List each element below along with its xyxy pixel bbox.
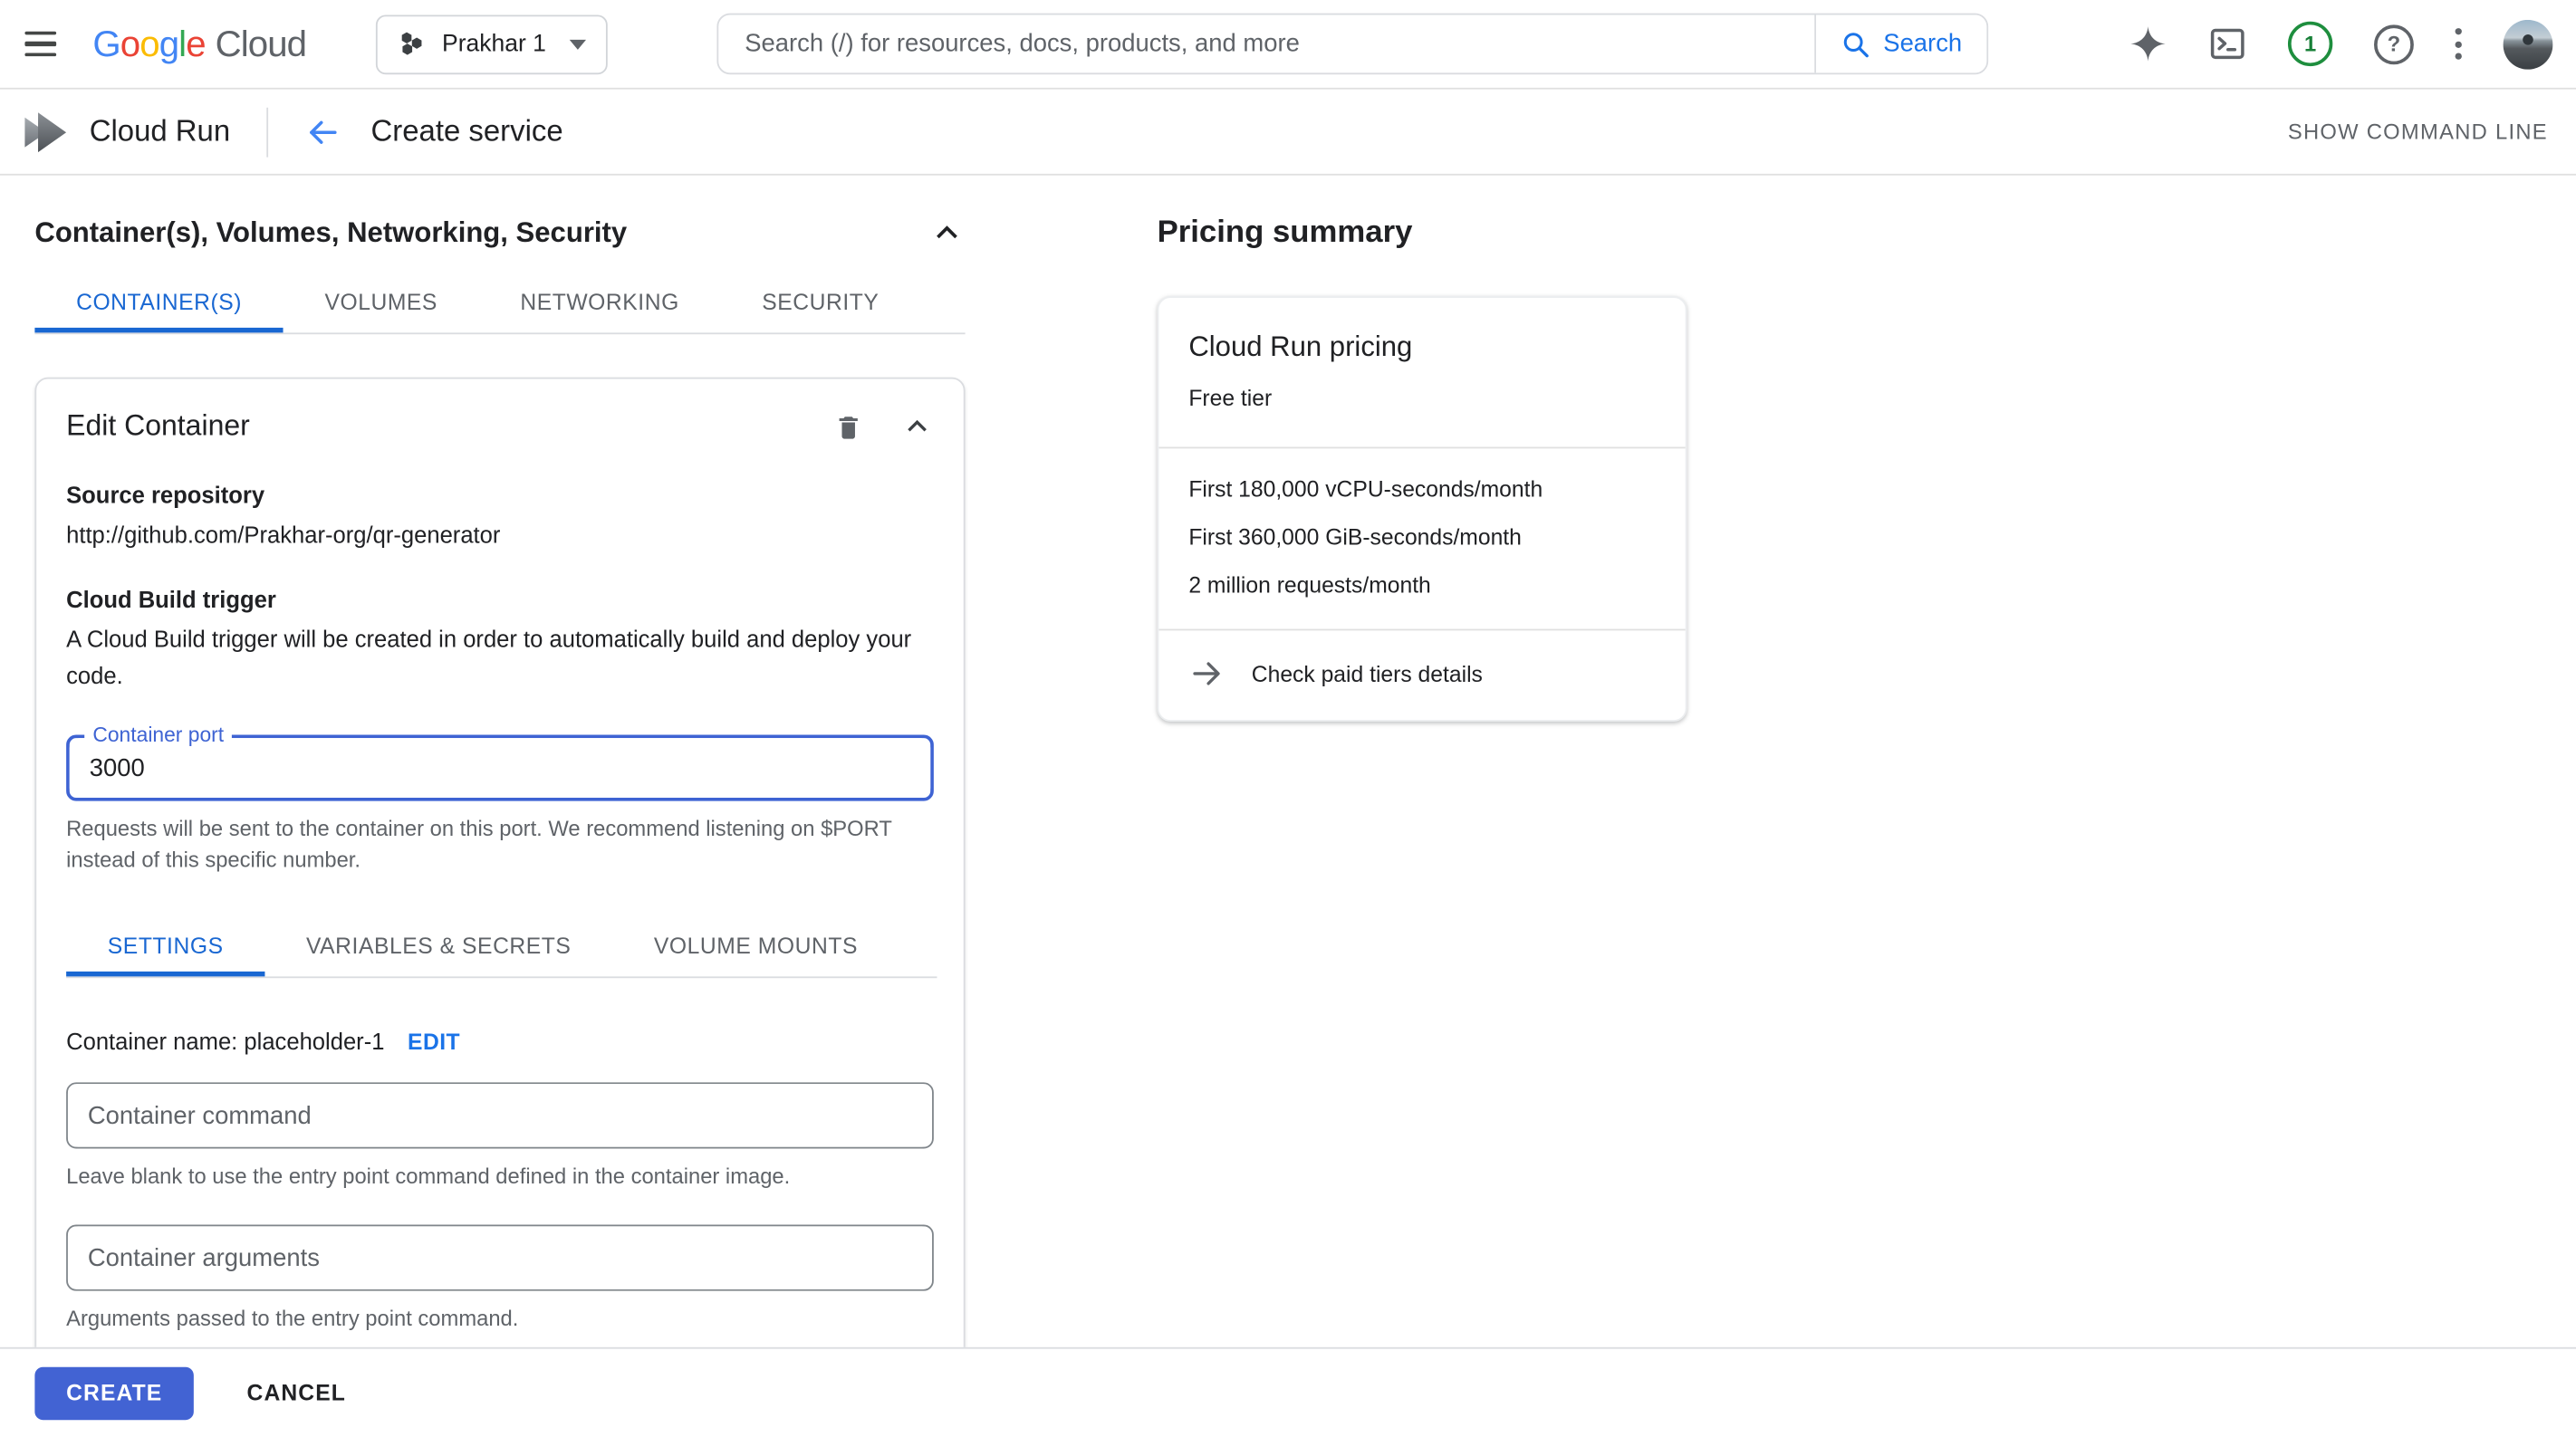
chevron-down-icon — [570, 39, 586, 49]
containers-section-header: Container(s), Volumes, Networking, Secur… — [34, 216, 965, 252]
cloud-shell-sessions-button[interactable]: 1 — [2288, 22, 2332, 66]
top-app-bar: Google Cloud Prakhar 1 Se — [0, 0, 2576, 90]
help-icon: ? — [2374, 24, 2414, 64]
search-icon — [1841, 29, 1870, 59]
container-arguments-input[interactable] — [68, 1226, 932, 1289]
more-options-button[interactable] — [2456, 28, 2462, 60]
pricing-card-header: Cloud Run pricing Free tier — [1158, 298, 1685, 446]
pricing-card-subtitle: Free tier — [1188, 386, 1655, 410]
account-button[interactable] — [2504, 19, 2553, 69]
session-count-badge: 1 — [2288, 22, 2332, 66]
show-command-line-button[interactable]: SHOW COMMAND LINE — [2288, 120, 2548, 144]
free-tier-item: First 360,000 GiB-seconds/month — [1188, 524, 1655, 549]
cloud-build-trigger-label: Cloud Build trigger — [66, 586, 934, 612]
pricing-card: Cloud Run pricing Free tier First 180,00… — [1158, 296, 1687, 722]
container-port-input[interactable] — [70, 738, 930, 798]
edit-container-title: Edit Container — [66, 408, 832, 443]
cloud-run-product-icon — [20, 105, 72, 158]
gemini-assistant-button[interactable] — [2129, 24, 2167, 62]
arrow-right-icon — [1188, 656, 1225, 692]
edit-container-card: Edit Container — [34, 378, 965, 1371]
kebab-menu-icon — [2456, 28, 2462, 60]
global-search: Search — [716, 14, 1988, 75]
cloud-build-trigger-description: A Cloud Build trigger will be created in… — [66, 620, 934, 693]
tab-settings[interactable]: SETTINGS — [66, 920, 264, 976]
tab-security[interactable]: SECURITY — [721, 276, 921, 332]
avatar — [2504, 19, 2553, 69]
edit-container-name-button[interactable]: EDIT — [408, 1029, 460, 1053]
back-arrow-icon — [304, 113, 341, 149]
free-tier-item: 2 million requests/month — [1188, 572, 1655, 597]
help-button[interactable]: ? — [2374, 24, 2414, 64]
pricing-card-title: Cloud Run pricing — [1188, 331, 1655, 365]
top-bar-actions: 1 ? — [2129, 19, 2575, 69]
service-form-column: Container(s), Volumes, Networking, Secur… — [0, 176, 1000, 1371]
container-command-helper: Leave blank to use the entry point comma… — [66, 1160, 917, 1192]
product-name[interactable]: Cloud Run — [90, 114, 230, 148]
container-port-field: Container port — [66, 735, 934, 801]
section-title: Container(s), Volumes, Networking, Secur… — [34, 216, 627, 250]
hamburger-menu-button[interactable] — [0, 0, 80, 89]
pricing-summary-column: Pricing summary Cloud Run pricing Free t… — [1158, 216, 1720, 722]
container-name-text: Container name: placeholder-1 — [66, 1028, 384, 1054]
source-repository-value: http://github.com/Prakhar-org/qr-generat… — [66, 522, 934, 548]
free-tier-item: First 180,000 vCPU-seconds/month — [1188, 476, 1655, 501]
form-action-bar: CREATE CANCEL — [0, 1347, 2576, 1437]
back-button[interactable] — [304, 113, 341, 149]
page-title: Create service — [371, 114, 563, 148]
delete-container-button[interactable] — [832, 409, 864, 443]
tab-containers[interactable]: CONTAINER(S) — [34, 276, 283, 332]
google-logo-wordmark: Google — [92, 23, 205, 66]
free-tier-list: First 180,000 vCPU-seconds/month First 3… — [1158, 446, 1685, 628]
cloud-shell-icon — [2208, 24, 2246, 62]
header-divider — [266, 107, 268, 157]
section-tab-bar: CONTAINER(S) VOLUMES NETWORKING SECURITY — [34, 276, 965, 334]
google-logo-cloud-text: Cloud — [216, 23, 306, 66]
source-repository-label: Source repository — [66, 482, 934, 508]
gemini-sparkle-icon — [2129, 24, 2167, 62]
tab-volumes[interactable]: VOLUMES — [284, 276, 479, 332]
project-name: Prakhar 1 — [442, 31, 546, 57]
main-content: Container(s), Volumes, Networking, Secur… — [0, 176, 2576, 1437]
paid-tiers-link-row[interactable]: Check paid tiers details — [1158, 629, 1685, 721]
container-port-label: Container port — [84, 723, 232, 747]
edit-container-header: Edit Container — [66, 408, 934, 443]
paid-tiers-link-label: Check paid tiers details — [1252, 661, 1483, 685]
container-arguments-helper: Arguments passed to the entry point comm… — [66, 1302, 917, 1334]
create-button[interactable]: CREATE — [34, 1366, 194, 1419]
container-command-input[interactable] — [68, 1084, 932, 1146]
google-cloud-logo[interactable]: Google Cloud — [92, 23, 306, 66]
project-hexagons-icon — [398, 30, 426, 58]
container-arguments-field — [66, 1225, 934, 1291]
tab-volume-mounts[interactable]: VOLUME MOUNTS — [612, 920, 899, 976]
tab-variables-secrets[interactable]: VARIABLES & SECRETS — [264, 920, 612, 976]
tab-networking[interactable]: NETWORKING — [479, 276, 721, 332]
collapse-chevron-icon — [900, 409, 934, 443]
trash-icon — [832, 409, 864, 443]
page-header-bar: Cloud Run Create service SHOW COMMAND LI… — [0, 90, 2576, 176]
section-collapse-button[interactable] — [928, 216, 965, 252]
search-button-label: Search — [1883, 30, 1962, 58]
project-selector[interactable]: Prakhar 1 — [376, 14, 608, 74]
cancel-button[interactable]: CANCEL — [247, 1380, 346, 1404]
container-name-row: Container name: placeholder-1 EDIT — [66, 1028, 934, 1054]
search-input[interactable] — [718, 14, 1814, 72]
container-command-field — [66, 1082, 934, 1148]
cloud-console-page: Google Cloud Prakhar 1 Se — [0, 0, 2576, 1436]
container-port-helper: Requests will be sent to the container o… — [66, 812, 917, 875]
cloud-shell-button[interactable] — [2208, 24, 2246, 62]
collapse-chevron-icon — [928, 216, 965, 252]
pricing-summary-heading: Pricing summary — [1158, 216, 1720, 252]
collapse-container-button[interactable] — [900, 409, 934, 443]
hamburger-menu-icon — [24, 32, 56, 57]
search-button[interactable]: Search — [1816, 14, 1986, 72]
container-settings-tab-bar: SETTINGS VARIABLES & SECRETS VOLUME MOUN… — [66, 920, 937, 978]
